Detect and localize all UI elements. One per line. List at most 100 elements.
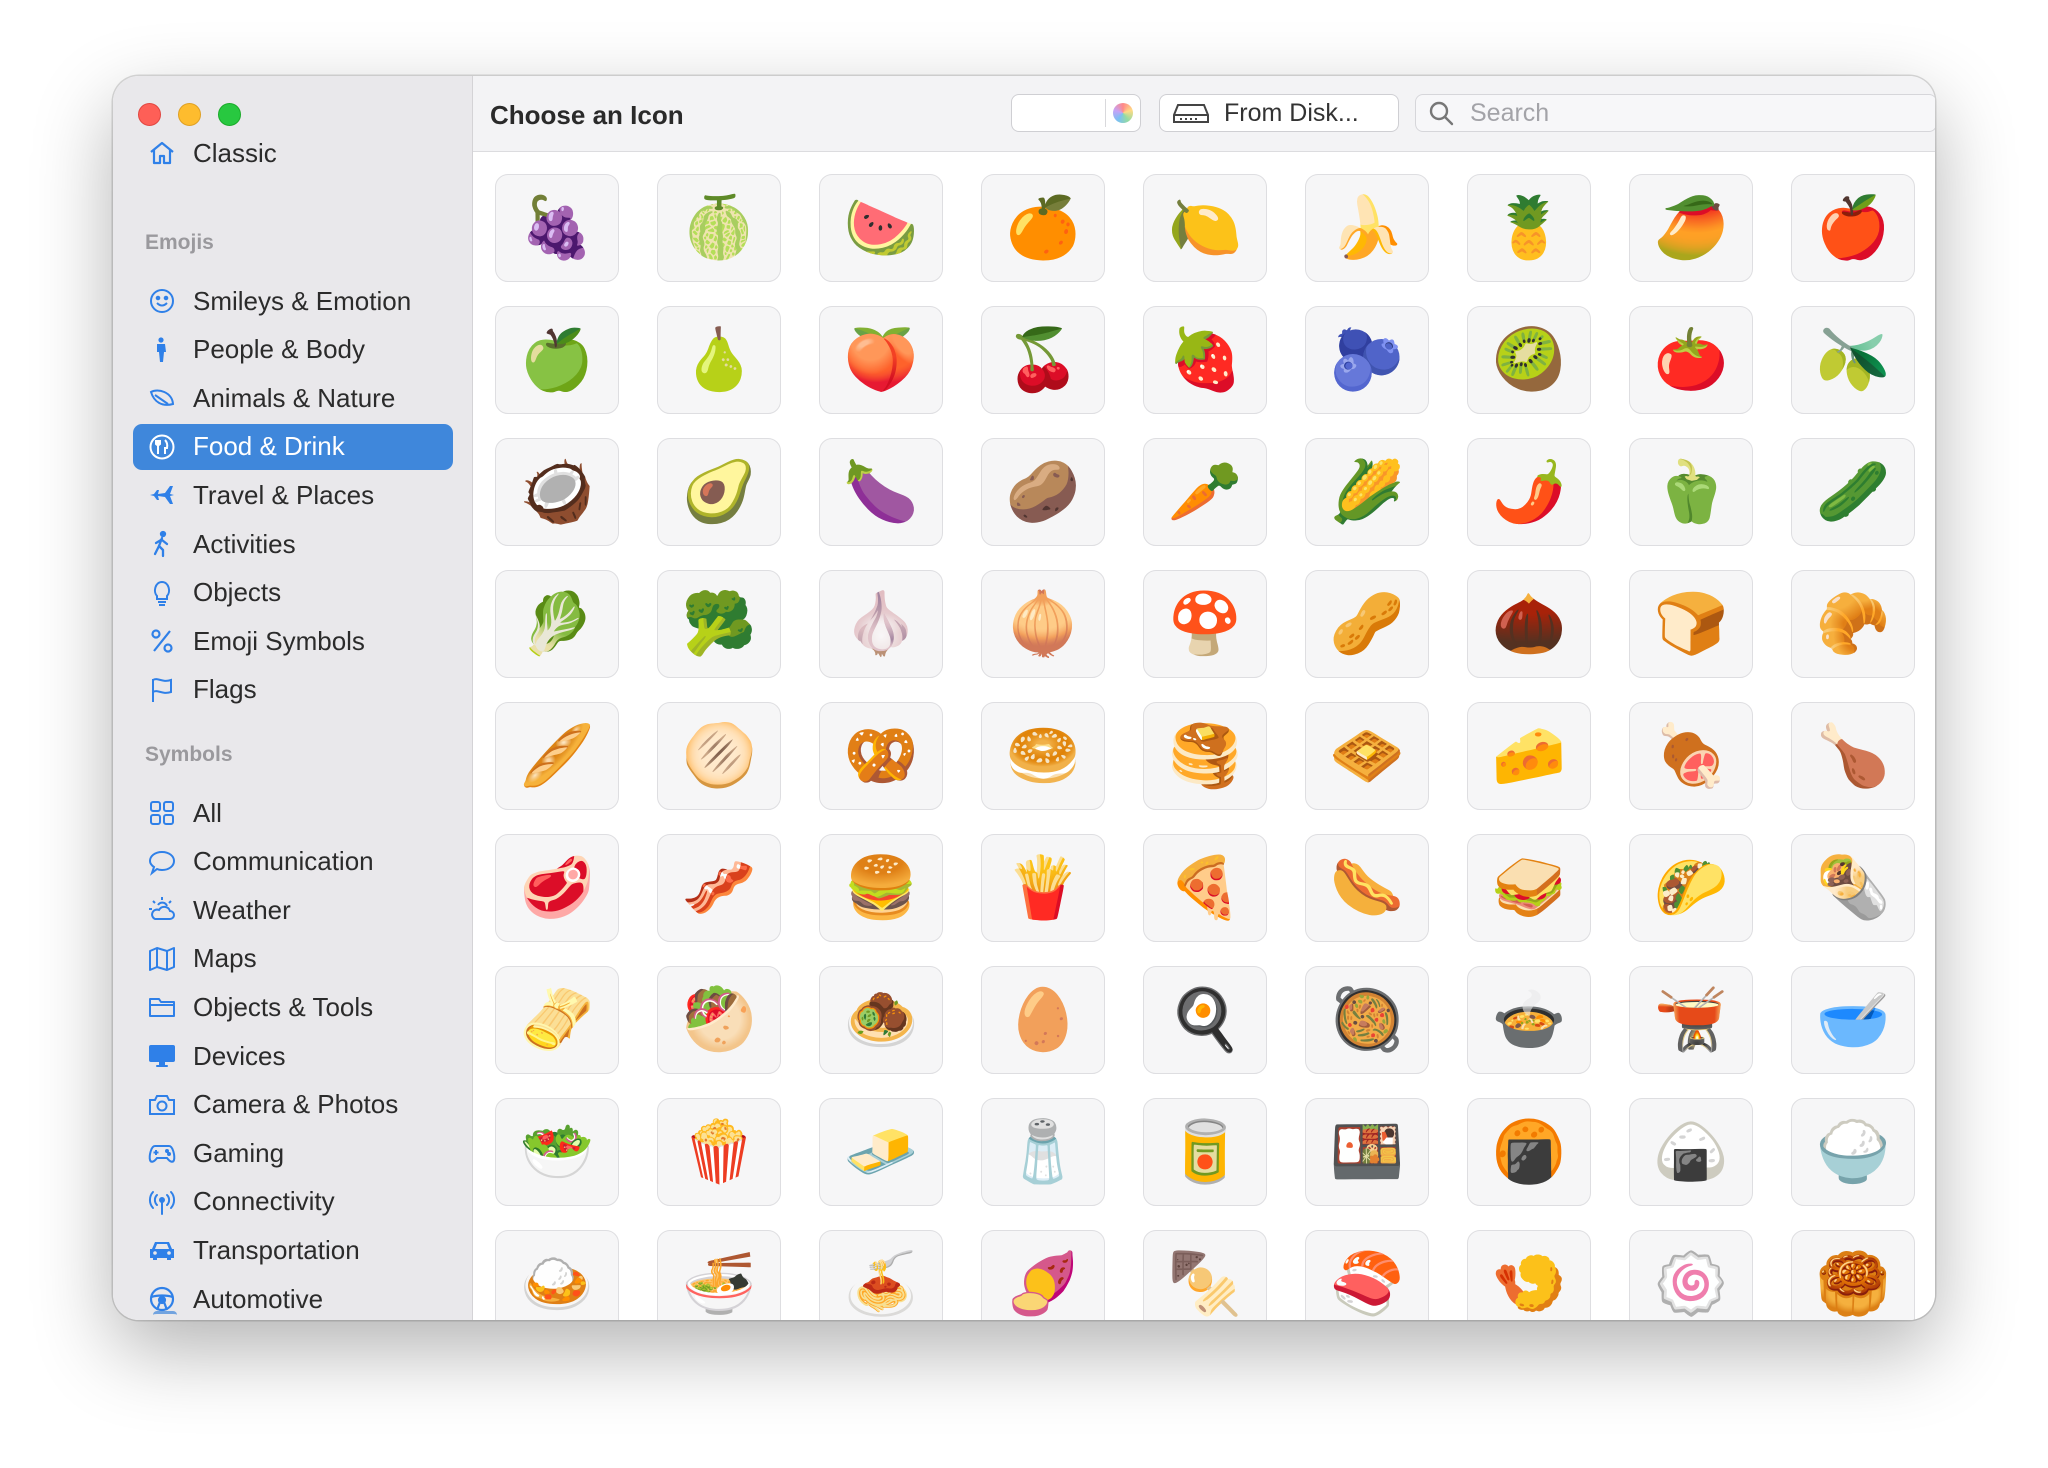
emoji-icon-cell[interactable]: 🍐	[657, 306, 781, 414]
emoji-icon-cell[interactable]: 🥑	[657, 438, 781, 546]
sidebar-item-activities[interactable]: Activities	[133, 521, 453, 567]
sidebar-item-animals-nature[interactable]: Animals & Nature	[133, 375, 453, 421]
emoji-icon-cell[interactable]: 🍝	[819, 1230, 943, 1320]
emoji-icon-cell[interactable]: 🫑	[1629, 438, 1753, 546]
emoji-icon-cell[interactable]: 🥩	[495, 834, 619, 942]
emoji-icon-cell[interactable]: 🥚	[981, 966, 1105, 1074]
emoji-icon-cell[interactable]: 🍲	[1467, 966, 1591, 1074]
icon-grid-scroll-area[interactable]: 🍇 🍈 🍉 🍊 🍋 🍌 🍍 🥭 🍎 🍏 🍐 🍑 🍒 🍓 🫐 🥝 🍅 🫒 🥥 🥑 🍆 🥔 🥕 🌽 🌶️ 🫑 🥒 🥬 🥦 🧄 🧅 🍄 🥜 🌰 🍞 🥐 🥖 🫓 🥨…	[473, 152, 1935, 1320]
close-window-button[interactable]	[138, 103, 161, 126]
emoji-icon-cell[interactable]: 🧄	[819, 570, 943, 678]
emoji-icon-cell[interactable]: 🥪	[1467, 834, 1591, 942]
emoji-icon-cell[interactable]: 🍊	[981, 174, 1105, 282]
emoji-icon-cell[interactable]: 🌭	[1305, 834, 1429, 942]
sidebar-item-camera-photos[interactable]: Camera & Photos	[133, 1082, 453, 1128]
emoji-icon-cell[interactable]: 🍟	[981, 834, 1105, 942]
emoji-icon-cell[interactable]: 🧂	[981, 1098, 1105, 1206]
emoji-icon-cell[interactable]: 🥥	[495, 438, 619, 546]
emoji-icon-cell[interactable]: 🥓	[657, 834, 781, 942]
emoji-icon-cell[interactable]: 🍕	[1143, 834, 1267, 942]
emoji-icon-cell[interactable]: 🍙	[1629, 1098, 1753, 1206]
emoji-icon-cell[interactable]: 🫔	[495, 966, 619, 1074]
emoji-icon-cell[interactable]: 🍄	[1143, 570, 1267, 678]
emoji-icon-cell[interactable]: 🧆	[819, 966, 943, 1074]
emoji-icon-cell[interactable]: 🌶️	[1467, 438, 1591, 546]
emoji-icon-cell[interactable]: 🥭	[1629, 174, 1753, 282]
sidebar-item-food-drink[interactable]: Food & Drink	[133, 423, 453, 470]
emoji-icon-cell[interactable]: 🥔	[981, 438, 1105, 546]
emoji-icon-cell[interactable]: 🍌	[1305, 174, 1429, 282]
emoji-icon-cell[interactable]: 🥨	[819, 702, 943, 810]
emoji-icon-cell[interactable]: 🍇	[495, 174, 619, 282]
emoji-icon-cell[interactable]: 🧇	[1305, 702, 1429, 810]
emoji-icon-cell[interactable]: 🍥	[1629, 1230, 1753, 1320]
sidebar-item-gaming[interactable]: Gaming	[133, 1130, 453, 1176]
emoji-icon-cell[interactable]: 🧈	[819, 1098, 943, 1206]
emoji-icon-cell[interactable]: 🥮	[1791, 1230, 1915, 1320]
emoji-icon-cell[interactable]: 🍈	[657, 174, 781, 282]
emoji-icon-cell[interactable]: 🫕	[1629, 966, 1753, 1074]
sidebar-item-all[interactable]: All	[133, 790, 453, 836]
sidebar-item-automotive[interactable]: Automotive	[133, 1276, 453, 1320]
emoji-icon-cell[interactable]: 🍳	[1143, 966, 1267, 1074]
emoji-icon-cell[interactable]: 🥗	[495, 1098, 619, 1206]
emoji-icon-cell[interactable]: 🍍	[1467, 174, 1591, 282]
emoji-icon-cell[interactable]: 🌰	[1467, 570, 1591, 678]
emoji-icon-cell[interactable]: 🥕	[1143, 438, 1267, 546]
emoji-icon-cell[interactable]: 🍖	[1629, 702, 1753, 810]
emoji-icon-cell[interactable]: 🍱	[1305, 1098, 1429, 1206]
emoji-icon-cell[interactable]: 🥦	[657, 570, 781, 678]
emoji-icon-cell[interactable]: 🍛	[495, 1230, 619, 1320]
emoji-icon-cell[interactable]: 🥐	[1791, 570, 1915, 678]
emoji-icon-cell[interactable]: 🍔	[819, 834, 943, 942]
emoji-icon-cell[interactable]: 🍋	[1143, 174, 1267, 282]
minimize-window-button[interactable]	[178, 103, 201, 126]
sidebar-item-connectivity[interactable]: Connectivity	[133, 1179, 453, 1225]
emoji-icon-cell[interactable]: 🧀	[1467, 702, 1591, 810]
emoji-icon-cell[interactable]: 🫒	[1791, 306, 1915, 414]
emoji-icon-cell[interactable]: 🍠	[981, 1230, 1105, 1320]
sidebar-item-classic[interactable]: Classic	[133, 130, 453, 176]
emoji-icon-cell[interactable]: 🍞	[1629, 570, 1753, 678]
zoom-window-button[interactable]	[218, 103, 241, 126]
from-disk-button[interactable]: From Disk...	[1159, 94, 1399, 132]
sidebar-item-objects-tools[interactable]: Objects & Tools	[133, 984, 453, 1030]
emoji-icon-cell[interactable]: 🥯	[981, 702, 1105, 810]
emoji-icon-cell[interactable]: 🥒	[1791, 438, 1915, 546]
emoji-icon-cell[interactable]: 🌯	[1791, 834, 1915, 942]
sidebar-item-flags[interactable]: Flags	[133, 667, 453, 713]
emoji-icon-cell[interactable]: 🌽	[1305, 438, 1429, 546]
emoji-icon-cell[interactable]: 🥫	[1143, 1098, 1267, 1206]
emoji-icon-cell[interactable]: 🥜	[1305, 570, 1429, 678]
emoji-icon-cell[interactable]: 🥬	[495, 570, 619, 678]
emoji-icon-cell[interactable]: 🍚	[1791, 1098, 1915, 1206]
emoji-icon-cell[interactable]: 🥘	[1305, 966, 1429, 1074]
sidebar-item-devices[interactable]: Devices	[133, 1033, 453, 1079]
sidebar-item-smileys-emotion[interactable]: Smileys & Emotion	[133, 278, 453, 324]
sidebar-item-transportation[interactable]: Transportation	[133, 1227, 453, 1273]
emoji-icon-cell[interactable]: 🫐	[1305, 306, 1429, 414]
emoji-icon-cell[interactable]: 🍢	[1143, 1230, 1267, 1320]
search-field[interactable]	[1415, 94, 1935, 132]
emoji-icon-cell[interactable]: 🍅	[1629, 306, 1753, 414]
color-well-button[interactable]	[1011, 94, 1141, 132]
emoji-icon-cell[interactable]: 🍗	[1791, 702, 1915, 810]
search-input[interactable]	[1468, 97, 1912, 129]
sidebar-item-people-body[interactable]: People & Body	[133, 327, 453, 373]
emoji-icon-cell[interactable]: 🍒	[981, 306, 1105, 414]
emoji-icon-cell[interactable]: 🍣	[1305, 1230, 1429, 1320]
sidebar-item-weather[interactable]: Weather	[133, 887, 453, 933]
emoji-icon-cell[interactable]: 🍎	[1791, 174, 1915, 282]
emoji-icon-cell[interactable]: 🍑	[819, 306, 943, 414]
emoji-icon-cell[interactable]: 🍤	[1467, 1230, 1591, 1320]
emoji-icon-cell[interactable]: 🥙	[657, 966, 781, 1074]
emoji-icon-cell[interactable]: 🥞	[1143, 702, 1267, 810]
emoji-icon-cell[interactable]: 🍿	[657, 1098, 781, 1206]
sidebar-item-emoji-symbols[interactable]: Emoji Symbols	[133, 618, 453, 664]
sidebar-item-objects[interactable]: Objects	[133, 570, 453, 616]
emoji-icon-cell[interactable]: 🍉	[819, 174, 943, 282]
emoji-icon-cell[interactable]: 🍜	[657, 1230, 781, 1320]
sidebar-item-maps[interactable]: Maps	[133, 936, 453, 982]
emoji-icon-cell[interactable]: 🥖	[495, 702, 619, 810]
emoji-icon-cell[interactable]: 🍏	[495, 306, 619, 414]
